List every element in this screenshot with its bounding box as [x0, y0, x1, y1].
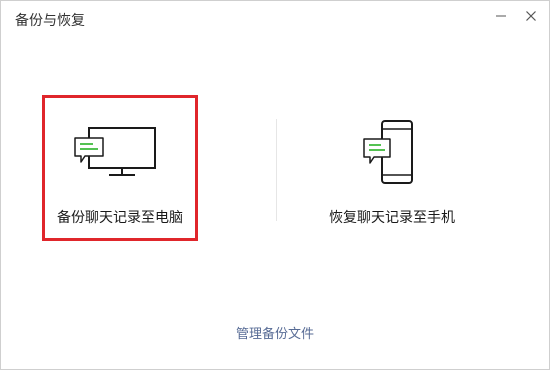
close-button[interactable]: [521, 6, 541, 26]
options-divider: [276, 119, 277, 221]
minimize-button[interactable]: [491, 6, 511, 26]
backup-option-label: 备份聊天记录至电脑: [57, 210, 183, 226]
title-bar: 备份与恢复: [1, 1, 549, 41]
backup-to-computer-option[interactable]: 备份聊天记录至电脑: [42, 95, 198, 241]
computer-with-chat-icon: [74, 127, 156, 176]
restore-to-phone-option[interactable]: 恢复聊天记录至手机: [314, 95, 470, 241]
phone-with-chat-icon: [363, 120, 413, 184]
minimize-icon: [496, 15, 506, 17]
manage-backup-files-link[interactable]: 管理备份文件: [1, 323, 549, 342]
restore-option-label: 恢复聊天记录至手机: [329, 210, 455, 226]
backup-restore-window: 备份与恢复 备份聊天记录至电脑 恢复聊天记录至手机 管理备份文件: [0, 0, 550, 370]
close-icon: [526, 11, 536, 21]
window-title: 备份与恢复: [15, 13, 85, 29]
